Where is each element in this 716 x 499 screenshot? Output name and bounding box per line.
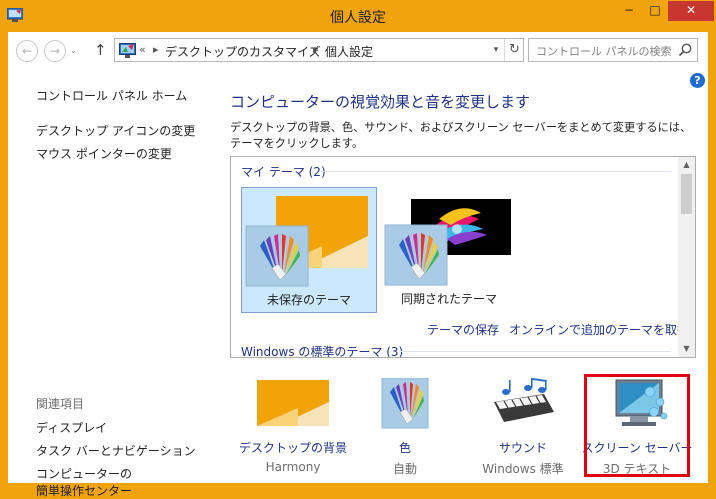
recent-locations-button[interactable]: ⌄ <box>70 46 77 55</box>
get-more-themes-link[interactable]: オンラインで追加のテーマを取得 <box>509 321 689 338</box>
breadcrumb-personalization[interactable]: 個人設定 <box>325 43 373 60</box>
client-area: ← → ⌄ ↑ « ▸ デスクトップのカスタマイズ ▸ 個人設定 ▾ ↻ コント… <box>8 32 708 498</box>
page-description: デスクトップの背景、色、サウンド、およびスクリーン セーバーをまとめて変更するに… <box>230 121 692 150</box>
group-divider <box>401 351 671 352</box>
search-icon[interactable] <box>677 42 693 58</box>
minimize-button[interactable]: − <box>616 1 642 21</box>
breadcrumb-separator[interactable]: ▸ <box>313 43 319 56</box>
sidebar: コントロール パネル ホーム デスクトップ アイコンの変更 マウス ポインターの… <box>8 70 218 498</box>
related-display-link[interactable]: ディスプレイ <box>36 419 107 436</box>
desktop-background-value: Harmony <box>265 460 321 474</box>
breadcrumb-desktop-customization[interactable]: デスクトップのカスタマイズ <box>165 43 321 60</box>
address-bar[interactable]: « ▸ デスクトップのカスタマイズ ▸ 個人設定 ▾ ↻ <box>114 38 524 62</box>
desktop-background-label[interactable]: デスクトップの背景 <box>228 439 358 456</box>
up-button[interactable]: ↑ <box>94 41 107 59</box>
breadcrumb-separator[interactable]: ▸ <box>153 43 159 56</box>
back-button[interactable]: ← <box>16 40 38 62</box>
sound-icon <box>494 378 554 422</box>
related-ease-of-access-link[interactable]: コンピューターの <box>36 465 132 482</box>
theme-preview <box>384 199 511 286</box>
related-heading: 関連項目 <box>36 397 85 411</box>
navigation-bar: ← → ⌄ ↑ « ▸ デスクトップのカスタマイズ ▸ 個人設定 ▾ ↻ コント… <box>8 32 708 70</box>
sidebar-desktop-icon-settings[interactable]: デスクトップ アイコンの変更 <box>36 122 195 139</box>
group-divider <box>321 171 671 172</box>
theme-synced[interactable]: 同期されたテーマ <box>381 187 517 313</box>
vertical-scrollbar[interactable]: ▲ ▼ <box>678 157 695 357</box>
sound-label[interactable]: サウンド <box>458 439 588 456</box>
refresh-button[interactable]: ↻ <box>504 39 524 61</box>
theme-preview <box>245 196 368 287</box>
theme-list[interactable]: マイ テーマ (2) 未保存のテーマ 同期されたテーマ テーマの保存 オンライン… <box>230 156 696 358</box>
sidebar-mouse-pointer-settings[interactable]: マウス ポインターの変更 <box>36 145 172 162</box>
color-value: 自動 <box>392 462 417 476</box>
window-title: 個人設定 <box>330 10 386 26</box>
related-taskbar-link[interactable]: タスク バーとナビゲーション <box>36 442 196 459</box>
scroll-down-icon[interactable]: ▼ <box>678 341 695 357</box>
search-box[interactable]: コントロール パネルの検索 <box>528 38 698 62</box>
chevron-down-icon[interactable]: ▾ <box>487 39 505 61</box>
breadcrumb-overflow[interactable]: « <box>139 43 146 56</box>
sound-value: Windows 標準 <box>482 462 564 476</box>
page-title: コンピューターの視覚効果と音を変更します <box>230 93 531 111</box>
windows-themes-heading[interactable]: Windows の標準のテーマ (3) <box>241 343 403 357</box>
maximize-button[interactable]: □ <box>642 1 668 21</box>
window: 個人設定 − □ ✕ ← → ⌄ ↑ « ▸ デスクトップのカスタマイズ ▸ 個… <box>0 0 716 498</box>
help-icon[interactable]: ? <box>690 73 705 88</box>
screen-saver-highlight-box <box>584 374 690 477</box>
control-panel-icon <box>119 43 136 58</box>
theme-label: 未保存のテーマ <box>266 293 351 307</box>
title-bar[interactable]: 個人設定 − □ ✕ <box>0 0 716 32</box>
color-label[interactable]: 色 <box>340 439 470 456</box>
scroll-thumb[interactable] <box>681 174 692 214</box>
sidebar-control-panel-home[interactable]: コントロール パネル ホーム <box>36 87 187 104</box>
color-palette-icon <box>381 378 429 429</box>
wallpaper-icon <box>257 380 329 426</box>
save-theme-link[interactable]: テーマの保存 <box>427 321 499 338</box>
theme-label: 同期されたテーマ <box>400 292 497 306</box>
close-button[interactable]: ✕ <box>668 1 714 21</box>
scroll-up-icon[interactable]: ▲ <box>678 157 695 173</box>
search-input[interactable]: コントロール パネルの検索 <box>536 43 672 59</box>
forward-button[interactable]: → <box>44 40 66 62</box>
my-themes-heading[interactable]: マイ テーマ (2) <box>241 163 326 180</box>
theme-unsaved[interactable]: 未保存のテーマ <box>241 187 377 313</box>
